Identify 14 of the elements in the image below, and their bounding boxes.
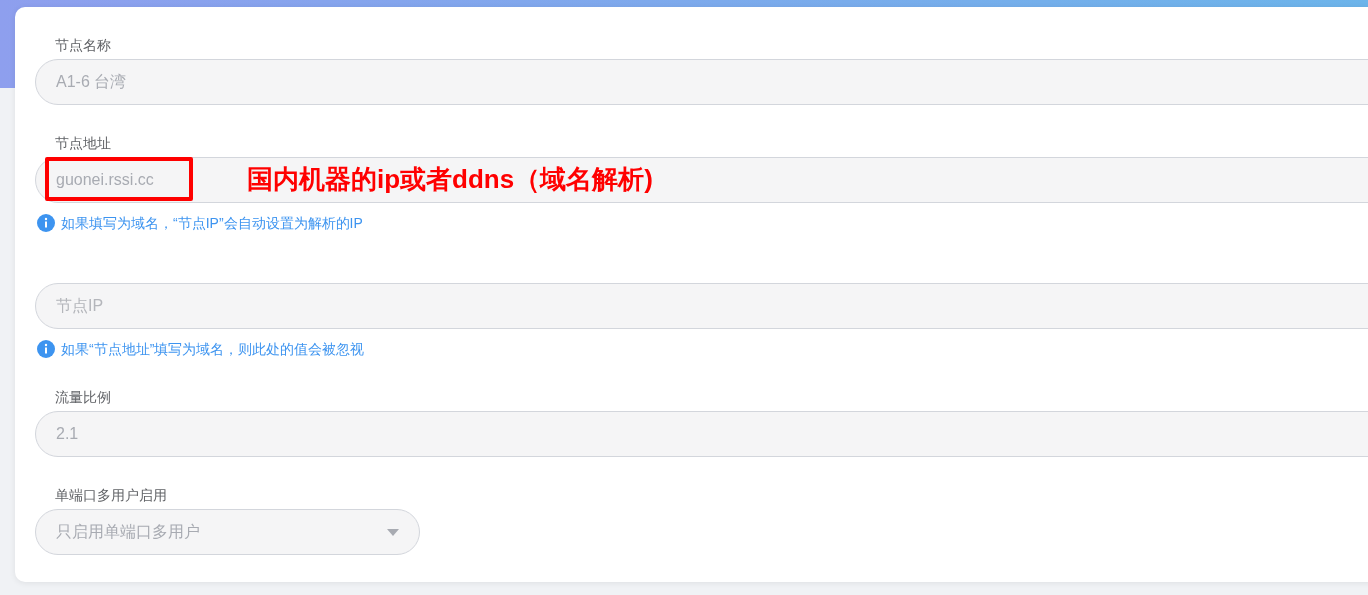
info-icon [37,214,55,232]
annotation-text: 国内机器的ip或者ddns（域名解析) [247,163,653,195]
field-label: 流量比例 [54,388,111,407]
field-label: 单端口多用户启用 [54,486,167,505]
input-field[interactable]: A1-6 台湾 [35,59,1368,105]
field-label: 节点名称 [54,36,111,55]
input-field[interactable]: 节点IP [35,283,1368,329]
field-label: 节点地址 [54,134,111,153]
info-icon [37,340,55,358]
input-field[interactable]: 2.1 [35,411,1368,457]
caret-icon [387,528,399,536]
help-text: 如果“节点地址”填写为域名，则此处的值会被忽视 [61,340,365,359]
help-text: 如果填写为域名，“节点IP”会自动设置为解析的IP [61,214,363,233]
select-field[interactable]: 只启用单端口多用户 [35,509,420,555]
